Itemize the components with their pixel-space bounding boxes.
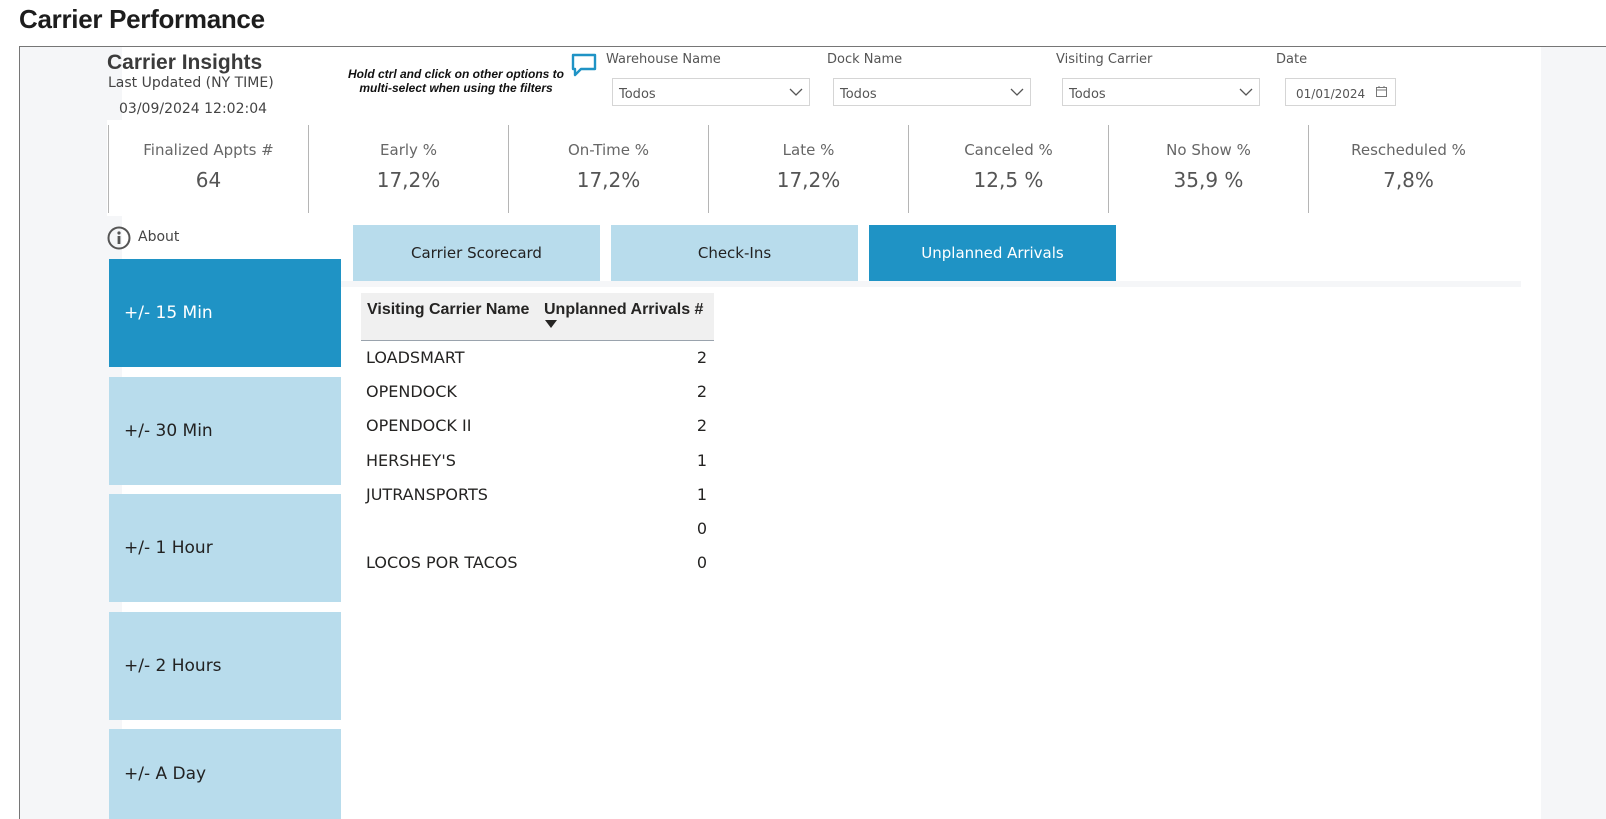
tab-carrier-scorecard[interactable]: Carrier Scorecard [353, 225, 600, 281]
cell-unplanned-count: 0 [696, 553, 707, 572]
range-15-min-button[interactable]: +/- 15 Min [109, 259, 341, 367]
range-a-day-button[interactable]: +/- A Day [109, 729, 341, 819]
kpi-late: Late % 17,2% [708, 125, 908, 213]
kpi-value: 17,2% [576, 168, 641, 192]
kpi-value: 64 [195, 168, 222, 192]
date-input-value: 01/01/2024 [1296, 87, 1366, 101]
carrier-dropdown[interactable]: Todos [1062, 78, 1260, 106]
kpi-finalized-appts: Finalized Appts # 64 [108, 125, 308, 213]
cell-unplanned-count: 2 [696, 416, 707, 435]
carrier-dropdown-value: Todos [1069, 87, 1106, 102]
info-icon[interactable] [107, 226, 131, 250]
comment-icon[interactable] [571, 53, 597, 77]
date-input[interactable]: 01/01/2024 [1285, 78, 1396, 106]
kpi-rescheduled: Rescheduled % 7,8% [1308, 125, 1508, 213]
unplanned-arrivals-panel [353, 287, 1521, 819]
kpi-label: Finalized Appts # [143, 141, 274, 159]
chevron-down-icon [1010, 88, 1024, 96]
filter-label-date: Date [1276, 52, 1308, 67]
page-title: Carrier Performance [19, 4, 265, 34]
column-header-unplanned-arrivals[interactable]: Unplanned Arrivals # [544, 301, 703, 319]
cell-carrier-name: OPENDOCK II [366, 416, 472, 435]
about-link[interactable]: About [138, 229, 179, 245]
cell-carrier-name: LOCOS POR TACOS [366, 553, 518, 572]
cell-unplanned-count: 1 [696, 485, 707, 504]
dock-dropdown[interactable]: Todos [833, 78, 1031, 106]
kpi-label: Canceled % [964, 141, 1053, 159]
cell-unplanned-count: 0 [696, 519, 707, 538]
tab-unplanned-arrivals[interactable]: Unplanned Arrivals [869, 225, 1116, 281]
cell-carrier-name: LOADSMART [366, 348, 465, 367]
cell-carrier-name: HERSHEY'S [366, 451, 456, 470]
warehouse-dropdown[interactable]: Todos [612, 78, 810, 106]
multi-select-hint: Hold ctrl and click on other options to … [347, 67, 564, 95]
filter-label-warehouse: Warehouse Name [606, 52, 721, 67]
last-updated-label: Last Updated (NY TIME) [108, 75, 274, 91]
kpi-value: 17,2% [376, 168, 441, 192]
kpi-label: Rescheduled % [1351, 141, 1466, 159]
chevron-down-icon [789, 88, 803, 96]
kpi-on-time: On-Time % 17,2% [508, 125, 708, 213]
cell-unplanned-count: 2 [696, 382, 707, 401]
range-2-hours-button[interactable]: +/- 2 Hours [109, 612, 341, 720]
kpi-label: Early % [380, 141, 437, 159]
tab-check-ins[interactable]: Check-Ins [611, 225, 858, 281]
filter-label-carrier: Visiting Carrier [1056, 52, 1153, 67]
dock-dropdown-value: Todos [840, 87, 877, 102]
sort-descending-icon[interactable] [545, 320, 557, 328]
kpi-canceled: Canceled % 12,5 % [908, 125, 1108, 213]
kpi-label: On-Time % [567, 141, 650, 159]
column-header-carrier-name[interactable]: Visiting Carrier Name [367, 301, 529, 319]
cell-carrier-name: OPENDOCK [366, 382, 457, 401]
kpi-value: 12,5 % [973, 168, 1044, 192]
cell-carrier-name: JUTRANSPORTS [366, 485, 488, 504]
warehouse-dropdown-value: Todos [619, 87, 656, 102]
kpi-label: No Show % [1166, 141, 1251, 159]
cell-unplanned-count: 2 [696, 348, 707, 367]
kpi-label: Late % [782, 141, 835, 159]
range-30-min-button[interactable]: +/- 30 Min [109, 377, 341, 485]
cell-unplanned-count: 1 [696, 451, 707, 470]
kpi-no-show: No Show % 35,9 % [1108, 125, 1308, 213]
range-1-hour-button[interactable]: +/- 1 Hour [109, 494, 341, 602]
filter-label-dock: Dock Name [827, 52, 903, 67]
kpi-value: 35,9 % [1173, 168, 1244, 192]
kpi-value: 7,8% [1383, 168, 1434, 192]
kpi-early: Early % 17,2% [308, 125, 508, 213]
kpi-value: 17,2% [776, 168, 841, 192]
calendar-icon[interactable] [1376, 86, 1387, 97]
last-updated-timestamp: 03/09/2024 12:02:04 [119, 101, 268, 117]
report-title: Carrier Insights [107, 51, 263, 74]
chevron-down-icon [1239, 88, 1253, 96]
